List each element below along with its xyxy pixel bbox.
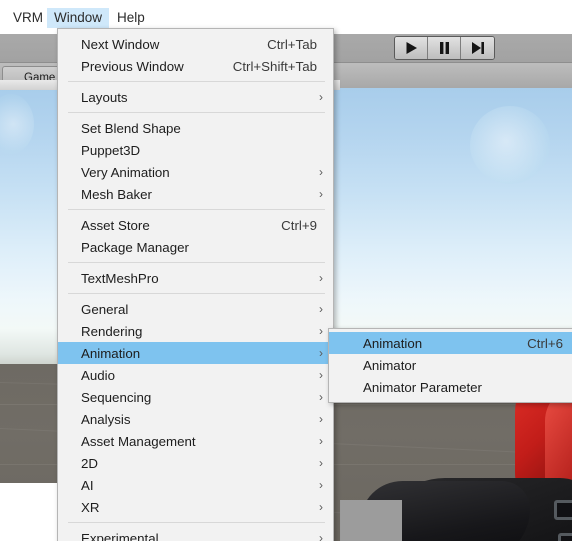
step-icon [471,42,484,54]
menu-item-label: Audio [81,367,116,383]
menu-item-label: Animator [363,357,417,373]
menu-item-label: 2D [81,455,98,471]
menu-item-experimental[interactable]: Experimental › [58,527,333,541]
menu-separator [68,522,325,523]
menu-item-label: Layouts [81,89,128,105]
menu-item-label: Previous Window [81,58,184,74]
menu-item-textmeshpro[interactable]: TextMeshPro › [58,267,333,289]
menu-item-shortcut: Ctrl+9 [281,217,317,233]
menu-item-label: Next Window [81,36,160,52]
chevron-right-icon: › [319,271,323,285]
play-icon [406,42,417,54]
chevron-right-icon: › [319,90,323,104]
cloud-shape-left [0,94,34,154]
chevron-right-icon: › [319,165,323,179]
menu-item-animation[interactable]: Animation › [58,342,333,364]
menu-item-label: Sequencing [81,389,152,405]
scene-occluder-block [340,500,402,541]
step-button[interactable] [461,37,494,59]
pause-button[interactable] [428,37,461,59]
menu-item-mesh-baker[interactable]: Mesh Baker › [58,183,333,205]
menu-item-label: XR [81,499,100,515]
menu-item-label: Set Blend Shape [81,120,181,136]
menu-item-rendering[interactable]: Rendering › [58,320,333,342]
menu-separator [68,262,325,263]
menu-separator [68,209,325,210]
menu-item-analysis[interactable]: Analysis › [58,408,333,430]
pause-icon [439,42,449,54]
chevron-right-icon: › [319,434,323,448]
menu-item-shortcut: Ctrl+6 [527,335,563,351]
submenu-item-animation[interactable]: Animation Ctrl+6 [329,332,572,354]
chevron-right-icon: › [319,368,323,382]
menu-item-shortcut: Ctrl+Shift+Tab [232,58,317,74]
menu-item-label: Puppet3D [81,142,141,158]
chevron-right-icon: › [319,478,323,492]
menu-item-label: Asset Management [81,433,196,449]
chevron-right-icon: › [319,531,323,541]
unity-editor-window: Game VRM Window Help Next Window Ctrl+Ta… [0,0,572,541]
character-buckle [558,533,572,541]
chevron-right-icon: › [319,500,323,514]
menubar-item-help[interactable]: Help [110,8,152,28]
menu-item-package-manager[interactable]: Package Manager [58,236,333,258]
menu-item-shortcut: Ctrl+Tab [267,36,317,52]
menu-separator [68,293,325,294]
menu-item-very-animation[interactable]: Very Animation › [58,161,333,183]
menu-item-puppet3d[interactable]: Puppet3D [58,139,333,161]
chevron-right-icon: › [319,346,323,360]
menu-item-set-blend-shape[interactable]: Set Blend Shape [58,117,333,139]
submenu-item-animator-parameter[interactable]: Animator Parameter [329,376,572,398]
chevron-right-icon: › [319,456,323,470]
chevron-right-icon: › [319,324,323,338]
submenu-item-animator[interactable]: Animator [329,354,572,376]
menu-item-xr[interactable]: XR › [58,496,333,518]
menu-item-label: Animation [363,335,423,351]
menu-item-label: Asset Store [81,217,150,233]
menu-separator [68,81,325,82]
menu-item-general[interactable]: General › [58,298,333,320]
menu-item-label: Animator Parameter [363,379,482,395]
menu-separator [68,112,325,113]
menu-item-label: Experimental [81,530,159,541]
animation-submenu: Animation Ctrl+6 Animator Animator Paramete… [328,328,572,403]
cloud-shape [470,106,550,184]
menu-item-label: TextMeshPro [81,270,159,286]
menu-item-label: Package Manager [81,239,189,255]
menu-item-next-window[interactable]: Next Window Ctrl+Tab [58,33,333,55]
menu-item-label: Analysis [81,411,131,427]
chevron-right-icon: › [319,187,323,201]
window-dropdown-menu: Next Window Ctrl+Tab Previous Window Ctrl+S… [57,28,334,541]
playmode-button-group [394,36,495,60]
menu-item-label: General [81,301,129,317]
menu-item-label: AI [81,477,94,493]
menu-item-ai[interactable]: AI › [58,474,333,496]
menubar-item-window[interactable]: Window [47,8,110,28]
menu-item-sequencing[interactable]: Sequencing › [58,386,333,408]
menu-item-label: Animation [81,345,141,361]
menu-item-asset-management[interactable]: Asset Management › [58,430,333,452]
play-button[interactable] [395,37,428,59]
chevron-right-icon: › [319,390,323,404]
chevron-right-icon: › [319,302,323,316]
menu-item-2d[interactable]: 2D › [58,452,333,474]
menu-item-asset-store[interactable]: Asset Store Ctrl+9 [58,214,333,236]
menu-item-label: Rendering [81,323,143,339]
menubar-item-vrm[interactable]: VRM [6,8,50,28]
menu-item-audio[interactable]: Audio › [58,364,333,386]
menu-item-label: Very Animation [81,164,170,180]
menu-item-previous-window[interactable]: Previous Window Ctrl+Shift+Tab [58,55,333,77]
menu-item-label: Mesh Baker [81,186,152,202]
chevron-right-icon: › [319,412,323,426]
menu-item-layouts[interactable]: Layouts › [58,86,333,108]
character-buckle [554,500,572,520]
